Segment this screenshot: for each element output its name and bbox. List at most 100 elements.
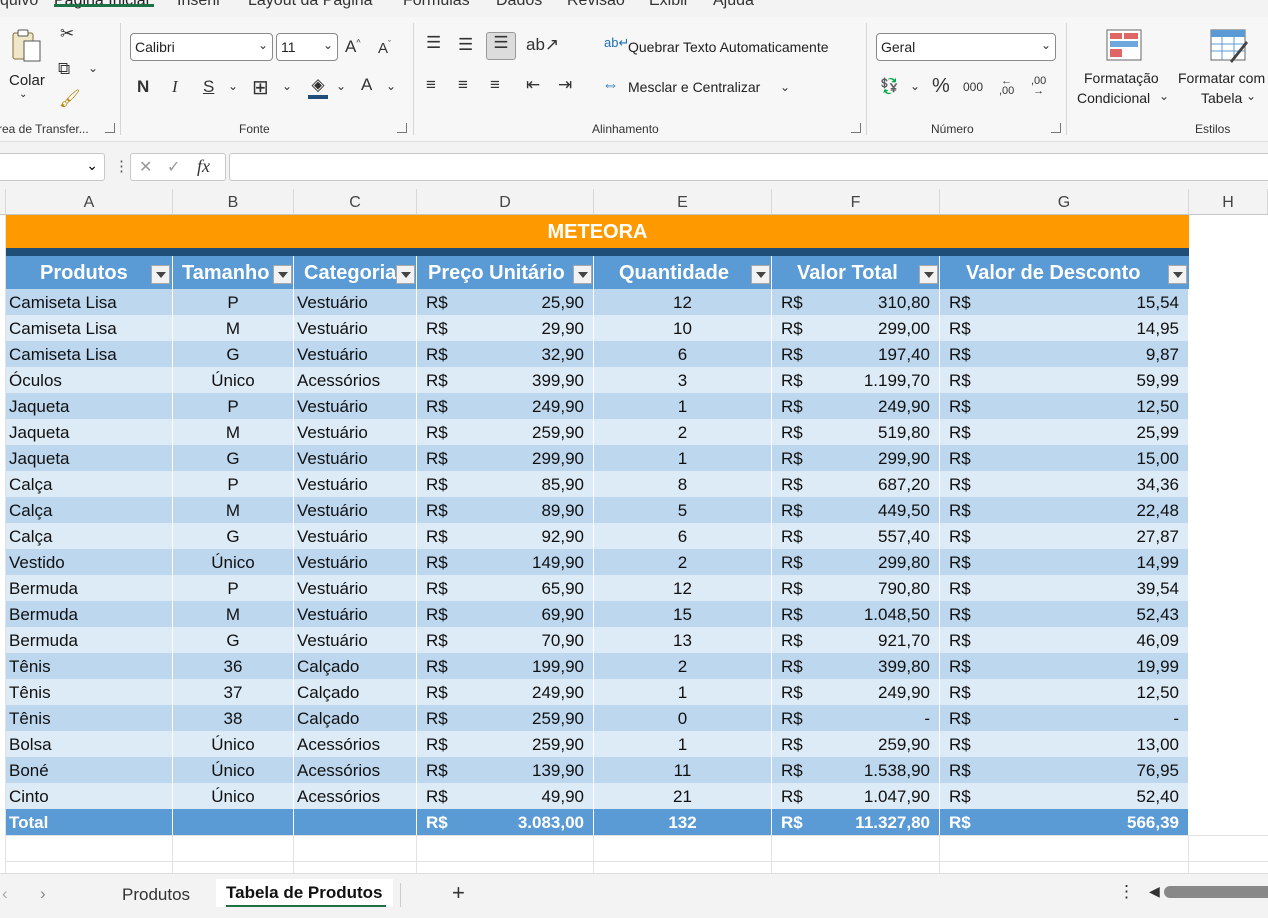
table-cell[interactable]: 25,90 R$ <box>417 289 594 315</box>
italic-button[interactable]: I <box>172 77 178 97</box>
table-cell[interactable]: Acessórios <box>294 731 417 757</box>
format-painter-icon[interactable]: 🖌 <box>59 89 81 109</box>
table-cell[interactable]: 21 <box>594 783 772 809</box>
table-cell[interactable]: M <box>173 497 294 523</box>
column-header[interactable]: B <box>173 189 294 215</box>
sheet-tab-tabela-de-produtos[interactable]: Tabela de Produtos <box>216 879 393 907</box>
paste-label[interactable]: Colar <box>9 72 45 89</box>
table-cell[interactable]: 259,90 R$ <box>417 419 594 445</box>
merge-center-icon[interactable]: ⇔ <box>602 75 619 95</box>
borders-icon[interactable]: ⊞ <box>252 75 269 100</box>
underline-chevron-icon[interactable]: ⌄ <box>228 79 238 93</box>
table-cell[interactable]: Acessórios <box>294 367 417 393</box>
cut-icon[interactable]: ✂ <box>60 24 74 44</box>
table-cell[interactable]: 249,90 R$ <box>417 393 594 419</box>
borders-chevron-icon[interactable]: ⌄ <box>282 79 292 93</box>
table-cell[interactable]: 39,54 R$ <box>940 575 1189 601</box>
table-cell[interactable]: Cinto <box>6 783 173 809</box>
table-cell[interactable]: 12,50 R$ <box>940 679 1189 705</box>
horizontal-scrollbar[interactable] <box>1164 886 1268 898</box>
table-cell[interactable]: Total <box>6 809 173 835</box>
table-cell[interactable]: 46,09 R$ <box>940 627 1189 653</box>
orientation-icon[interactable]: ab↗ <box>526 35 559 55</box>
table-cell[interactable]: 2 <box>594 653 772 679</box>
table-cell[interactable]: 1 <box>594 679 772 705</box>
table-cell[interactable]: Tênis <box>6 653 173 679</box>
format-as-table-line2[interactable]: Tabela <box>1201 90 1242 106</box>
table-cell[interactable]: 299,80 R$ <box>772 549 940 575</box>
copy-chevron-icon[interactable]: ⌄ <box>88 61 98 75</box>
column-header[interactable]: E <box>594 189 772 215</box>
table-cell[interactable]: Vestuário <box>294 497 417 523</box>
paste-icon[interactable] <box>10 27 44 63</box>
table-cell[interactable]: 139,90 R$ <box>417 757 594 783</box>
table-cell[interactable]: Vestuário <box>294 627 417 653</box>
font-color-icon[interactable]: A <box>361 75 372 95</box>
name-box[interactable]: ⌄ <box>0 153 105 181</box>
table-cell[interactable]: Tênis <box>6 705 173 731</box>
table-cell[interactable]: Vestuário <box>294 289 417 315</box>
table-cell[interactable] <box>294 809 417 835</box>
table-cell[interactable]: 10 <box>594 315 772 341</box>
table-cell[interactable]: 1.538,90 R$ <box>772 757 940 783</box>
table-cell[interactable]: 1.199,70 R$ <box>772 367 940 393</box>
number-format-select[interactable]: Geral ⌄ <box>876 33 1056 61</box>
table-cell[interactable]: 13,00 R$ <box>940 731 1189 757</box>
align-bottom-icon[interactable]: ☰ <box>486 32 516 60</box>
table-cell[interactable]: 32,90 R$ <box>417 341 594 367</box>
table-cell[interactable]: 59,99 R$ <box>940 367 1189 393</box>
table-cell[interactable] <box>173 809 294 835</box>
table-cell[interactable]: 259,90 R$ <box>772 731 940 757</box>
fill-color-icon[interactable]: ◈ <box>308 75 328 99</box>
table-cell[interactable]: 11.327,80 R$ <box>772 809 940 835</box>
table-cell[interactable]: 22,48 R$ <box>940 497 1189 523</box>
filter-dropdown-icon[interactable] <box>1168 265 1187 284</box>
table-cell[interactable]: 85,90 R$ <box>417 471 594 497</box>
copy-icon[interactable]: ⧉ <box>58 59 70 79</box>
table-cell[interactable]: 11 <box>594 757 772 783</box>
table-cell[interactable]: Vestuário <box>294 445 417 471</box>
font-color-chevron-icon[interactable]: ⌄ <box>386 79 396 93</box>
table-cell[interactable]: Tênis <box>6 679 173 705</box>
table-cell[interactable]: 249,90 R$ <box>417 679 594 705</box>
table-cell[interactable]: Único <box>173 731 294 757</box>
conditional-formatting-line1[interactable]: Formatação <box>1084 70 1159 86</box>
table-cell[interactable]: 36 <box>173 653 294 679</box>
table-cell[interactable]: M <box>173 419 294 445</box>
table-cell[interactable]: 76,95 R$ <box>940 757 1189 783</box>
table-cell[interactable]: Vestuário <box>294 575 417 601</box>
table-cell[interactable]: Boné <box>6 757 173 783</box>
shrink-font-icon[interactable]: Aˇ <box>378 39 391 57</box>
table-cell[interactable]: P <box>173 471 294 497</box>
filter-dropdown-icon[interactable] <box>151 265 170 284</box>
alignment-launcher-icon[interactable] <box>851 123 861 133</box>
table-cell[interactable]: G <box>173 523 294 549</box>
table-cell[interactable]: P <box>173 575 294 601</box>
wrap-text-icon[interactable]: ab↵ <box>604 35 629 51</box>
table-cell[interactable]: 5 <box>594 497 772 523</box>
more-options-icon[interactable]: ⋮ <box>114 157 129 175</box>
table-cell[interactable]: 310,80 R$ <box>772 289 940 315</box>
table-cell[interactable]: 259,90 R$ <box>417 705 594 731</box>
table-cell[interactable]: Acessórios <box>294 783 417 809</box>
table-cell[interactable]: 249,90 R$ <box>772 393 940 419</box>
table-cell[interactable]: 197,40 R$ <box>772 341 940 367</box>
menu-file[interactable]: quivo <box>0 0 38 10</box>
filter-dropdown-icon[interactable] <box>273 265 292 284</box>
menu-help[interactable]: Ajuda <box>713 0 754 10</box>
format-table-chevron-icon[interactable]: ⌄ <box>1246 89 1256 103</box>
table-cell[interactable]: 399,90 R$ <box>417 367 594 393</box>
table-cell[interactable]: 1 <box>594 393 772 419</box>
menu-data[interactable]: Dados <box>496 0 542 10</box>
more-sheets-icon[interactable]: ⋮ <box>1118 882 1135 902</box>
table-cell[interactable]: 1 <box>594 445 772 471</box>
table-cell[interactable]: Jaqueta <box>6 419 173 445</box>
enter-icon[interactable]: ✓ <box>167 157 180 177</box>
table-cell[interactable]: P <box>173 289 294 315</box>
table-cell[interactable]: Camiseta Lisa <box>6 289 173 315</box>
filter-dropdown-icon[interactable] <box>919 265 938 284</box>
table-cell[interactable]: 25,99 R$ <box>940 419 1189 445</box>
table-cell[interactable]: 34,36 R$ <box>940 471 1189 497</box>
table-cell[interactable]: Bermuda <box>6 627 173 653</box>
table-cell[interactable]: - R$ <box>940 705 1189 731</box>
